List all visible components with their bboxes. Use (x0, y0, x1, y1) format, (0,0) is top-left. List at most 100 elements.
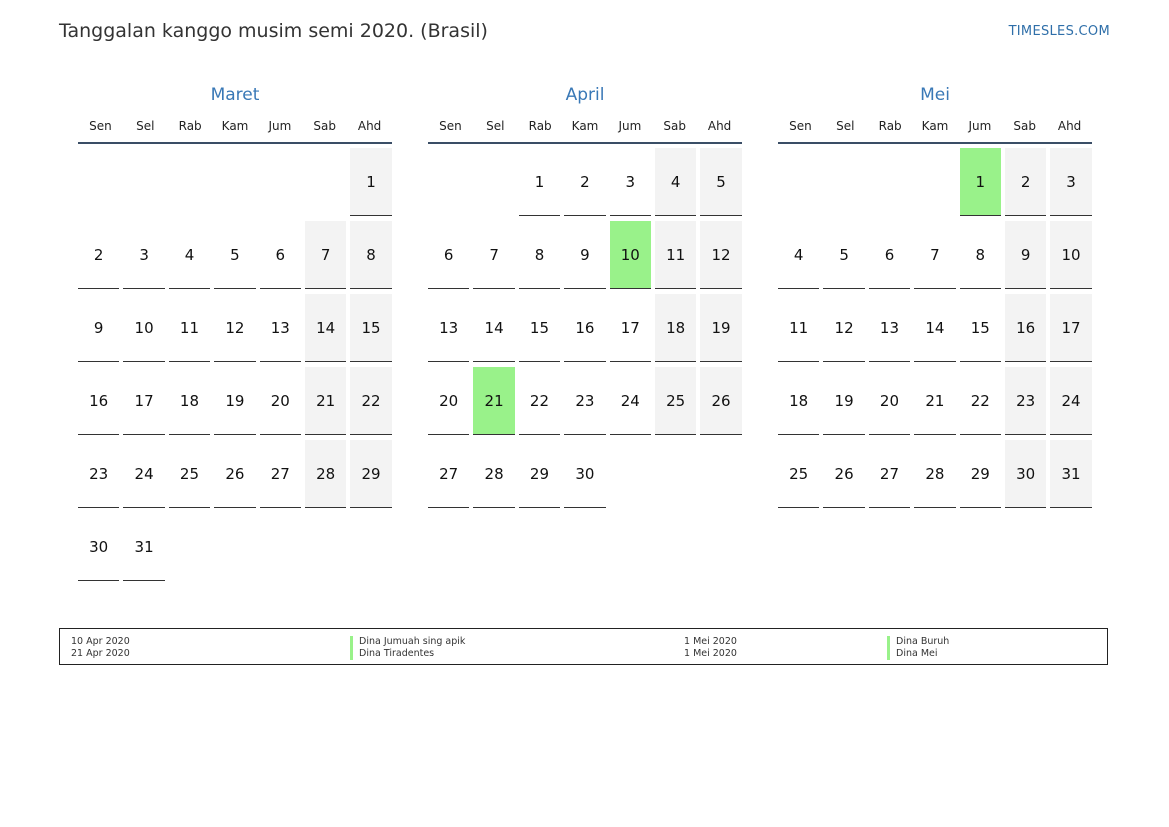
day-cell: 19 (823, 367, 865, 435)
day-cell: 22 (350, 367, 392, 435)
day-cell: 10 (609, 221, 651, 289)
day-cell: 3 (1050, 148, 1092, 216)
day-cell: 7 (914, 221, 956, 289)
day-cell: 10 (1050, 221, 1092, 289)
day-cell: 27 (259, 440, 301, 508)
weekday: Ahd (357, 119, 382, 133)
day-cell: 15 (959, 294, 1001, 362)
legend-names-right: Dina Buruh Dina Mei (887, 636, 949, 660)
day-cell: 29 (518, 440, 561, 508)
day-cell: 5 (823, 221, 865, 289)
day-cell: 20 (259, 367, 301, 435)
page-title: Tanggalan kanggo musim semi 2020. (Brasi… (59, 20, 488, 42)
legend-holiday-name: Dina Buruh (887, 636, 949, 648)
holiday-legend: 10 Apr 2020 21 Apr 2020 Dina Jumuah sing… (59, 628, 1108, 665)
day-cell: 31 (123, 513, 165, 581)
weekday: Rab (178, 119, 202, 133)
empty-cell (305, 148, 346, 216)
weekday: Jum (618, 119, 642, 133)
legend-dates-left: 10 Apr 2020 21 Apr 2020 (71, 636, 130, 660)
day-cell: 14 (304, 294, 347, 362)
day-cell: 17 (123, 367, 165, 435)
day-cell: 25 (654, 367, 697, 435)
empty-cell (123, 148, 164, 216)
day-cell: 9 (78, 294, 120, 362)
weekday: Ahd (707, 119, 732, 133)
day-cell: 18 (654, 294, 697, 362)
empty-cell (778, 148, 819, 216)
month-name: Mei (920, 85, 950, 105)
day-cell: 19 (214, 367, 256, 435)
day-cell: 2 (1004, 148, 1047, 216)
day-cell: 3 (609, 148, 651, 216)
day-cell: 23 (564, 367, 606, 435)
day-cell: 4 (654, 148, 697, 216)
empty-cell (428, 148, 469, 216)
day-cell: 27 (868, 440, 911, 508)
day-cell: 6 (259, 221, 301, 289)
day-cell: 13 (259, 294, 301, 362)
day-cell: 24 (123, 440, 165, 508)
day-cell: 17 (1050, 294, 1092, 362)
weekday: Sel (136, 119, 155, 133)
weekday-header: Sen Sel Rab Kam Jum Sab Ahd (428, 110, 742, 144)
day-cell: 30 (78, 513, 120, 581)
weekday: Sel (486, 119, 505, 133)
weekday: Sab (663, 119, 687, 133)
weekday: Kam (921, 119, 949, 133)
day-cell: 9 (564, 221, 606, 289)
day-cell: 29 (350, 440, 392, 508)
day-cell: 8 (518, 221, 561, 289)
legend-holiday-name: Dina Jumuah sing apik (350, 636, 465, 648)
day-cell: 30 (564, 440, 606, 508)
weekday: Sel (836, 119, 855, 133)
day-cell: 6 (868, 221, 911, 289)
weekday: Sab (313, 119, 337, 133)
day-cell: 12 (823, 294, 865, 362)
weekday: Kam (571, 119, 599, 133)
day-cell: 16 (564, 294, 606, 362)
day-cell: 31 (1050, 440, 1092, 508)
day-cell: 24 (1050, 367, 1092, 435)
day-cell: 14 (473, 294, 515, 362)
day-cell: 21 (473, 367, 515, 435)
brand-link[interactable]: TIMESLES.COM (1009, 24, 1110, 39)
day-cell: 8 (350, 221, 392, 289)
day-cell: 14 (914, 294, 956, 362)
empty-cell (914, 148, 955, 216)
day-cell: 16 (1004, 294, 1047, 362)
day-cell: 4 (168, 221, 211, 289)
empty-cell (869, 148, 910, 216)
empty-cell (169, 148, 210, 216)
legend-date: 10 Apr 2020 (71, 636, 130, 647)
day-cell: 12 (214, 294, 256, 362)
empty-cell (78, 148, 119, 216)
day-cell: 11 (778, 294, 820, 362)
day-cell: 25 (778, 440, 820, 508)
day-cell: 1 (518, 148, 561, 216)
weekday: Jum (968, 119, 992, 133)
legend-holiday-name: Dina Tiradentes (350, 648, 465, 660)
day-cell: 19 (700, 294, 742, 362)
empty-cell (214, 148, 255, 216)
day-cell: 23 (78, 440, 120, 508)
day-cell: 21 (304, 367, 347, 435)
day-cell: 3 (123, 221, 165, 289)
day-cell: 30 (1004, 440, 1047, 508)
legend-holiday-name: Dina Mei (887, 648, 949, 660)
day-cell: 1 (959, 148, 1001, 216)
weekday: Rab (528, 119, 552, 133)
weekday: Kam (221, 119, 249, 133)
day-cell: 11 (168, 294, 211, 362)
day-cell: 2 (564, 148, 606, 216)
day-cell: 15 (518, 294, 561, 362)
weekday: Sab (1013, 119, 1037, 133)
weekday-header: Sen Sel Rab Kam Jum Sab Ahd (778, 110, 1092, 144)
legend-date: 1 Mei 2020 (684, 636, 737, 647)
day-cell: 27 (428, 440, 470, 508)
weekday: Rab (878, 119, 902, 133)
day-cell: 28 (914, 440, 956, 508)
day-cell: 7 (304, 221, 347, 289)
day-cell: 22 (518, 367, 561, 435)
day-cell: 21 (914, 367, 956, 435)
